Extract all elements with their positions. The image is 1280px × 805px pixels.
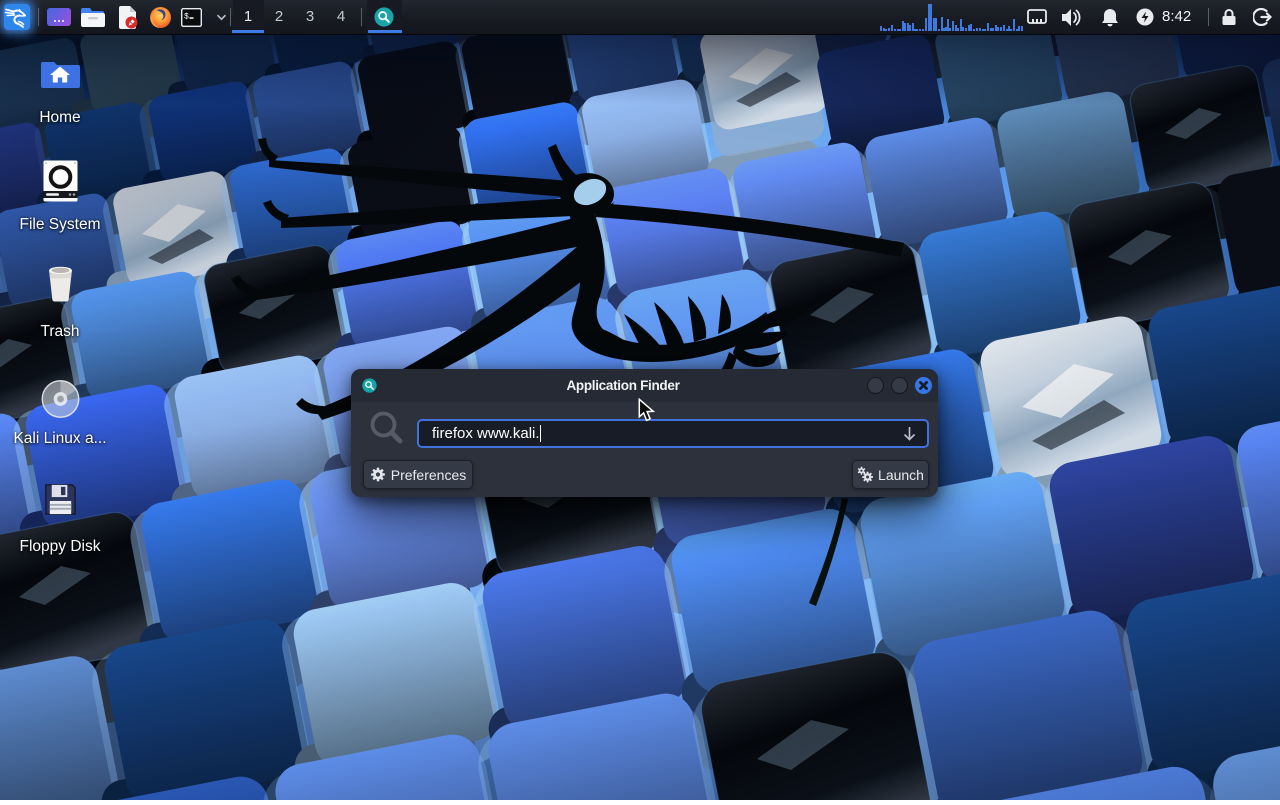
svg-text:$: $	[184, 13, 189, 22]
